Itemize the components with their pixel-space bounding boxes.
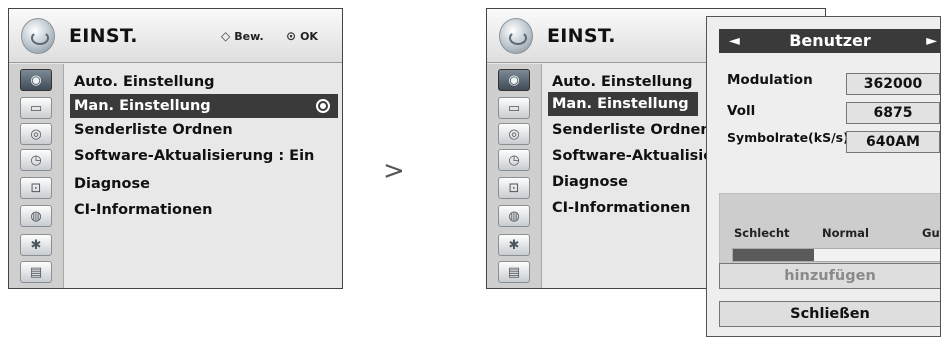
full-value[interactable]: 6875 [846,102,940,124]
menu-title: EINST. [547,25,616,47]
signal-strength-panel: Schlecht Normal Gut [719,193,940,267]
usb-icon[interactable]: ✱ [20,234,52,256]
ok-hint: ⊙ OK [286,29,318,43]
picture-icon[interactable]: ▭ [20,97,52,119]
signal-good-label: Gut [922,226,940,240]
next-arrow-icon[interactable]: ► [926,29,937,53]
satellite-icon[interactable]: ◉ [20,69,52,91]
menu-item-label: Man. Einstellung [552,96,689,112]
menu-item-diagnostics[interactable]: Diagnose [74,172,150,196]
move-hint-label: Bew. [234,29,264,43]
input-icon[interactable]: ◍ [498,205,530,227]
add-button[interactable]: hinzufügen [719,263,940,289]
step-arrow-icon: > [383,156,405,186]
menu-item-diagnostics[interactable]: Diagnose [552,170,628,194]
category-sidebar: ◉ ▭ ◎ ◷ ⊡ ◍ ✱ ▤ [9,64,64,288]
menu-item-auto-tuning[interactable]: Auto. Einstellung [74,70,215,94]
audio-icon[interactable]: ◎ [20,123,52,145]
menu-list: Auto. Einstellung Man. Einstellung Sende… [64,64,342,288]
ok-button-icon: ⊙ [286,29,297,43]
menu-item-ci-info[interactable]: CI-Informationen [74,198,212,222]
symbolrate-value[interactable]: 640AM [846,131,940,153]
media-icon[interactable]: ▤ [498,261,530,283]
setup-menu-left: EINST. ◇ Bew. ⊙ OK ◉ ▭ ◎ ◷ ⊡ ◍ ✱ ▤ Auto.… [8,8,343,289]
menu-header: EINST. ◇ Bew. ⊙ OK [9,9,342,63]
media-icon[interactable]: ▤ [20,261,52,283]
modulation-label: Modulation [727,72,813,88]
picture-icon[interactable]: ▭ [498,97,530,119]
lock-icon[interactable]: ⊡ [498,177,530,199]
menu-item-ci-info[interactable]: CI-Informationen [552,196,690,220]
menu-item-label: Man. Einstellung [74,98,211,114]
menu-item-auto-tuning[interactable]: Auto. Einstellung [552,70,693,94]
manual-tuning-popup: ◄ Benutzer ► Modulation 362000 Voll 6875… [706,16,941,337]
clock-icon[interactable]: ◷ [20,149,52,171]
signal-normal-label: Normal [822,226,869,240]
menu-item-manual-tuning[interactable]: Man. Einstellung [548,92,698,116]
menu-item-manual-tuning[interactable]: Man. Einstellung [70,94,338,118]
ok-hint-label: OK [300,29,318,43]
menu-title: EINST. [69,25,138,47]
close-button[interactable]: Schließen [719,301,940,327]
setup-logo-icon [499,18,533,54]
usb-icon[interactable]: ✱ [498,234,530,256]
mode-label: Benutzer [789,31,871,50]
full-label: Voll [727,103,756,119]
mode-selector[interactable]: ◄ Benutzer ► [719,29,940,53]
audio-icon[interactable]: ◎ [498,123,530,145]
lock-icon[interactable]: ⊡ [20,177,52,199]
setup-logo-icon [21,18,55,54]
satellite-icon[interactable]: ◉ [498,69,530,91]
signal-meter-fill [733,249,815,261]
signal-bad-label: Schlecht [734,226,790,240]
clock-icon[interactable]: ◷ [498,149,530,171]
menu-item-channel-edit[interactable]: Senderliste Ordnen [74,118,233,142]
signal-meter [732,248,940,262]
navigate-arrows-icon: ◇ [221,29,231,43]
category-sidebar: ◉ ▭ ◎ ◷ ⊡ ◍ ✱ ▤ [487,64,542,288]
move-hint: ◇ Bew. [221,29,264,43]
modulation-value[interactable]: 362000 [846,73,940,95]
selected-radio-icon [316,99,330,113]
symbolrate-label: Symbolrate(kS/s) [727,130,849,145]
menu-item-channel-edit[interactable]: Senderliste Ordnen [552,118,711,142]
menu-item-software-update[interactable]: Software-Aktualisierung : Ein [74,144,314,168]
input-icon[interactable]: ◍ [20,205,52,227]
